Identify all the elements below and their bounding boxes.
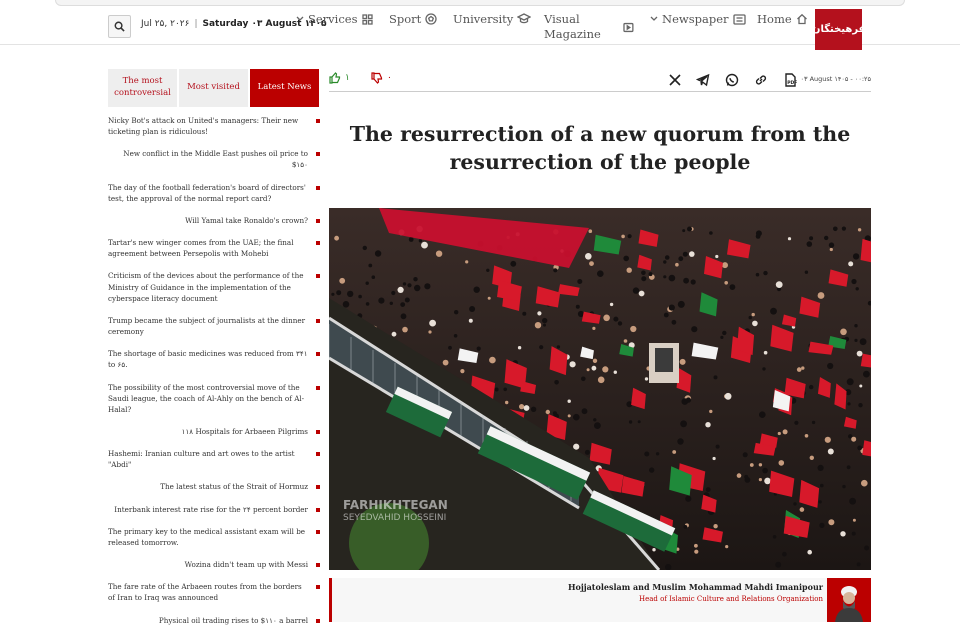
watermark-credit: SEYEDVAHID HOSSEINI [343, 513, 447, 523]
graduation-cap-icon [517, 13, 532, 24]
dislike-button[interactable]: ۰ [371, 72, 392, 84]
article-photo: FARHIKHTEGAN SEYEDVAHID HOSSEINI [329, 208, 871, 570]
chevron-down-icon [650, 16, 658, 21]
nav-home-label: Home [757, 12, 792, 26]
like-count: ۱ [345, 73, 350, 83]
newspaper-icon [732, 13, 746, 25]
list-item[interactable]: The latest status of the Strait of Hormu… [108, 481, 320, 492]
photo-watermark: FARHIKHTEGAN SEYEDVAHID HOSSEINI [343, 498, 448, 524]
search-button[interactable] [108, 15, 131, 38]
caption-role: Head of Islamic Culture and Relations Or… [638, 595, 823, 603]
link-icon [755, 75, 767, 85]
nav-sport[interactable]: Sport [389, 12, 437, 26]
site-header: Jul ۲۵, ۲۰۲۶ | Saturday ۰۳ August ۱۴۰۵ Ser… [0, 6, 960, 50]
home-icon [796, 13, 807, 25]
share-telegram-button[interactable] [695, 72, 710, 87]
list-item[interactable]: The possibility of the most controversia… [108, 382, 320, 415]
list-item[interactable]: Physical oil trading rises to $۱۱۰ a bar… [108, 615, 320, 626]
grid-icon [361, 13, 373, 25]
nav-visual-magazine[interactable]: Visual Magazine [544, 12, 634, 42]
search-icon [114, 21, 125, 32]
list-item[interactable]: Interbank interest rate rise for the ۲۴ … [108, 504, 320, 515]
nav-visual-magazine-label: Visual Magazine [544, 12, 601, 41]
list-item[interactable]: The fare rate of the Arbaeen routes from… [108, 581, 320, 603]
dislike-count: ۰ [387, 73, 392, 83]
nav-university[interactable]: University [453, 12, 532, 26]
play-icon [623, 22, 634, 33]
share-x-button[interactable] [668, 72, 682, 86]
list-item[interactable]: Trump became the subject of journalists … [108, 315, 320, 337]
nav-university-label: University [453, 12, 514, 26]
pdf-icon: PDF [785, 73, 797, 87]
photo-caption: Hojjatoleslam and Muslim Mohammad Mahdi … [329, 578, 871, 622]
like-button[interactable]: ۱ [329, 72, 350, 84]
thumbs-down-icon [371, 72, 383, 84]
list-item[interactable]: Criticism of the devices about the perfo… [108, 270, 320, 303]
list-item[interactable]: Tartar's new winger comes from the UAE; … [108, 237, 320, 259]
site-logo[interactable]: فرهیختگان [811, 9, 866, 50]
x-icon [669, 74, 681, 86]
caption-name: Hojjatoleslam and Muslim Mohammad Mahdi … [567, 582, 823, 592]
telegram-icon [695, 73, 710, 87]
date-gregorian: Jul ۲۵, ۲۰۲۶ [141, 19, 190, 29]
author-portrait [827, 578, 871, 622]
tab-most-controversial[interactable]: The most controversial [108, 69, 177, 107]
tab-most-visited[interactable]: Most visited [179, 69, 248, 107]
list-item[interactable]: Hashemi: Iranian culture and art owes to… [108, 448, 320, 470]
share-link-button[interactable] [754, 72, 768, 86]
list-item[interactable]: Nicky Bot's attack on United's managers:… [108, 115, 320, 137]
chevron-down-icon [296, 16, 304, 21]
nav-home[interactable]: Home [757, 12, 808, 26]
pdf-download-button[interactable]: PDF [783, 72, 797, 87]
list-item[interactable]: The day of the football federation's boa… [108, 182, 320, 204]
nav-services[interactable]: Services [296, 12, 373, 26]
tab-latest-news[interactable]: Latest News [250, 69, 319, 107]
list-item[interactable]: The primary key to the medical assistant… [108, 526, 320, 548]
nav-sport-label: Sport [389, 12, 422, 26]
news-list: Nicky Bot's attack on United's managers:… [108, 115, 320, 637]
share-whatsapp-button[interactable] [725, 72, 739, 87]
article-title: The resurrection of a new quorum from th… [349, 122, 851, 174]
nav-newspaper[interactable]: Newspaper [650, 12, 746, 26]
article-actions-bar: ۱ ۰ PDF ۰۳ August ۱۴۰۵ - ۰۰:۲۵ [329, 71, 871, 92]
article-date: ۰۳ August ۱۴۰۵ - ۰۰:۲۵ [800, 75, 871, 83]
ball-icon [425, 13, 437, 25]
whatsapp-icon [725, 73, 739, 87]
watermark-brand: FARHIKHTEGAN [343, 498, 448, 512]
nav-services-label: Services [308, 12, 358, 26]
svg-text:PDF: PDF [787, 80, 797, 86]
sidebar-tabs: The most controversial Most visited Late… [108, 69, 319, 107]
nav-newspaper-label: Newspaper [662, 12, 729, 26]
logo-text: فرهیختگان [811, 24, 866, 35]
thumbs-up-icon [329, 72, 341, 84]
list-item[interactable]: ۱۱۸ Hospitals for Arbaeen Pilgrims [108, 426, 320, 437]
list-item[interactable]: New conflict in the Middle East pushes o… [108, 148, 320, 170]
list-item[interactable]: Will Yamal take Ronaldo's crown? [108, 215, 320, 226]
list-item[interactable]: The shortage of basic medicines was redu… [108, 348, 320, 370]
list-item[interactable]: Wozina didn't team up with Messi [108, 559, 320, 570]
